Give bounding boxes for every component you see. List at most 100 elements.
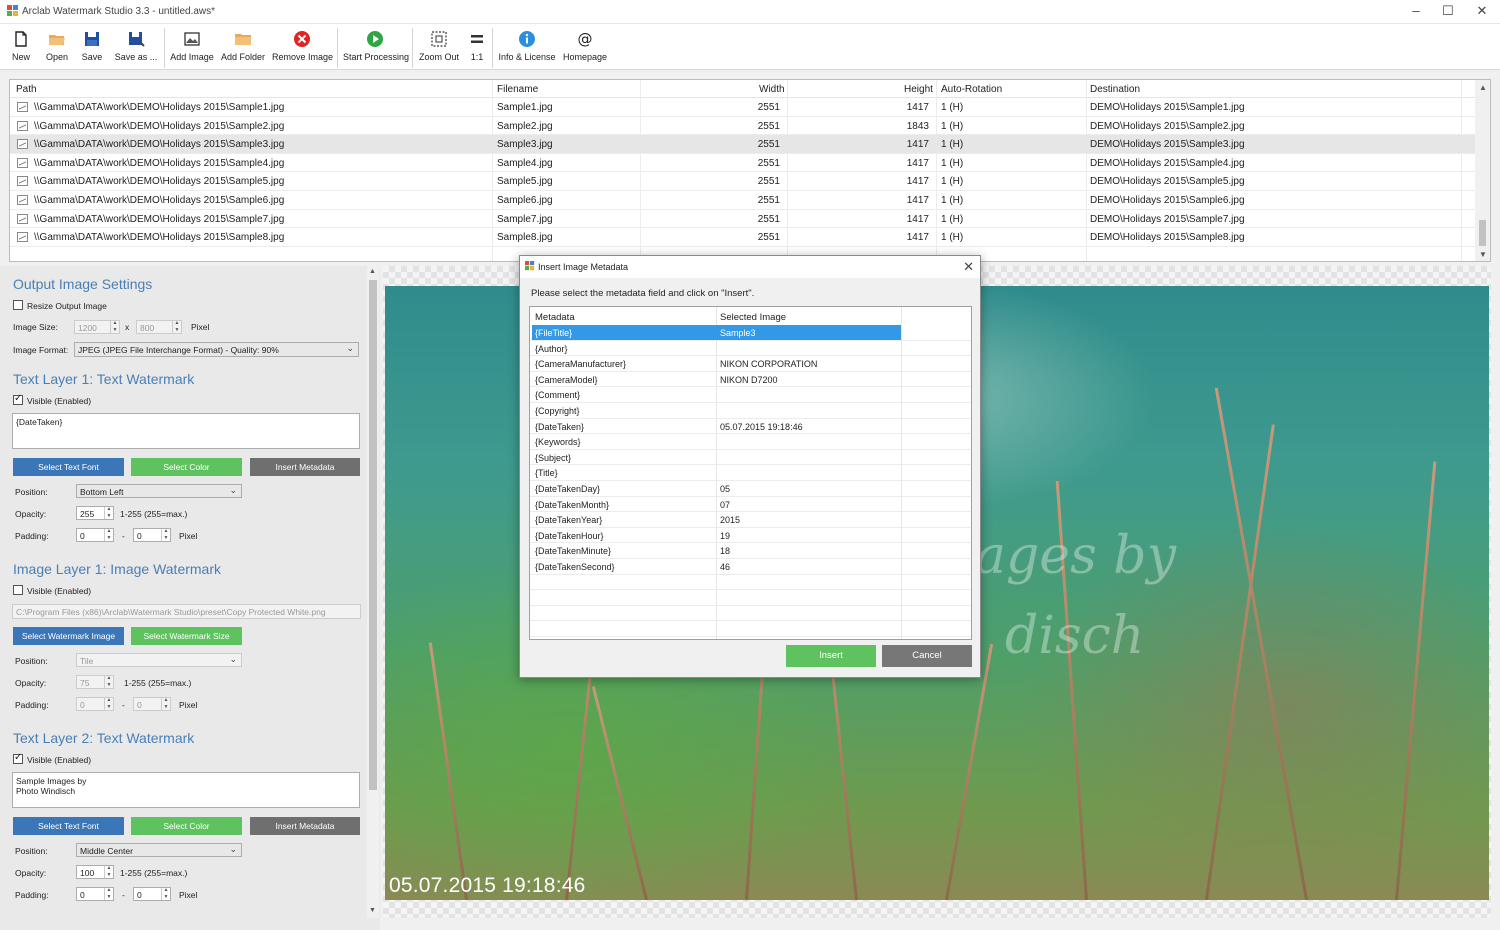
image-layer-1-padding-x-input[interactable]: 0 ▲ ▼ bbox=[76, 697, 114, 711]
metadata-row[interactable]: {CameraManufacturer} NIKON CORPORATION bbox=[530, 356, 971, 372]
metadata-row[interactable]: {DateTakenMinute} 18 bbox=[530, 543, 971, 559]
text-layer-2-opacity-input[interactable]: 100 ▲ ▼ bbox=[76, 865, 114, 879]
column-path[interactable]: Path bbox=[16, 84, 37, 95]
metadata-table[interactable]: Metadata Selected Image {FileTitle} Sampl… bbox=[529, 306, 972, 640]
image-format-select[interactable]: JPEG (JPEG File Interchange Format) - Qu… bbox=[74, 342, 359, 357]
zoom-out-button[interactable]: Zoom Out bbox=[418, 30, 460, 68]
dialog-close-icon[interactable]: ✕ bbox=[963, 259, 974, 275]
column-metadata[interactable]: Metadata bbox=[535, 312, 575, 323]
select-watermark-image-button[interactable]: Select Watermark Image bbox=[13, 627, 124, 645]
select-watermark-size-button[interactable]: Select Watermark Size bbox=[131, 627, 242, 645]
image-layer-1-padding-y-input[interactable]: 0 ▲ ▼ bbox=[133, 697, 171, 711]
metadata-row[interactable]: {Title} bbox=[530, 465, 971, 481]
image-height-input[interactable]: 800 ▲ ▼ bbox=[136, 320, 182, 334]
file-row[interactable]: \\Gamma\DATA\work\DEMO\Holidays 2015\Sam… bbox=[10, 228, 1475, 247]
metadata-row[interactable]: {Subject} bbox=[530, 450, 971, 466]
image-layer-1-visible-checkbox[interactable] bbox=[13, 585, 23, 595]
height-spinner[interactable]: ▲ ▼ bbox=[172, 321, 181, 333]
scrollbar-thumb[interactable] bbox=[369, 280, 377, 790]
metadata-row[interactable]: {DateTakenSecond} 46 bbox=[530, 559, 971, 575]
cancel-button[interactable]: Cancel bbox=[882, 645, 972, 667]
metadata-row[interactable]: {DateTakenHour} 19 bbox=[530, 528, 971, 544]
file-row[interactable]: \\Gamma\DATA\work\DEMO\Holidays 2015\Sam… bbox=[10, 135, 1475, 154]
remove-image-button[interactable]: Remove Image bbox=[272, 30, 333, 68]
file-row[interactable]: \\Gamma\DATA\work\DEMO\Holidays 2015\Sam… bbox=[10, 98, 1475, 117]
image-width-input[interactable]: 1200 ▲ ▼ bbox=[74, 320, 120, 334]
padding-spinner[interactable]: ▲ ▼ bbox=[104, 888, 113, 900]
file-row[interactable]: \\Gamma\DATA\work\DEMO\Holidays 2015\Sam… bbox=[10, 117, 1475, 136]
column-width[interactable]: Width bbox=[759, 84, 785, 95]
text-layer-2-insert-metadata-button[interactable]: Insert Metadata bbox=[250, 817, 360, 835]
start-processing-button[interactable]: Start Processing bbox=[343, 30, 409, 68]
text-layer-1-padding-y-input[interactable]: 0 ▲ ▼ bbox=[133, 528, 171, 542]
text-layer-1-opacity-input[interactable]: 255 ▲ ▼ bbox=[76, 506, 114, 520]
text-layer-2-padding-x-input[interactable]: 0 ▲ ▼ bbox=[76, 887, 114, 901]
text-layer-1-select-color-button[interactable]: Select Color bbox=[131, 458, 242, 476]
scroll-up-arrow[interactable]: ▲ bbox=[369, 268, 376, 275]
scroll-down-arrow[interactable]: ▼ bbox=[369, 907, 376, 914]
padding-spinner[interactable]: ▲ ▼ bbox=[161, 529, 170, 541]
metadata-row[interactable]: {DateTaken} 05.07.2015 19:18:46 bbox=[530, 419, 971, 435]
file-row[interactable]: \\Gamma\DATA\work\DEMO\Holidays 2015\Sam… bbox=[10, 154, 1475, 173]
text-layer-2-select-font-button[interactable]: Select Text Font bbox=[13, 817, 124, 835]
column-auto-rotation[interactable]: Auto-Rotation bbox=[941, 84, 1002, 95]
file-row[interactable]: \\Gamma\DATA\work\DEMO\Holidays 2015\Sam… bbox=[10, 172, 1475, 191]
info-license-button[interactable]: Info & License bbox=[498, 30, 556, 68]
width-spinner[interactable]: ▲ ▼ bbox=[110, 321, 119, 333]
open-button[interactable]: Open bbox=[42, 30, 72, 68]
text-layer-1-padding-x-input[interactable]: 0 ▲ ▼ bbox=[76, 528, 114, 542]
metadata-row[interactable]: {DateTakenDay} 05 bbox=[530, 481, 971, 497]
padding-spinner[interactable]: ▲ ▼ bbox=[161, 698, 170, 710]
image-layer-1-position-select[interactable]: Tile ⌄ bbox=[76, 653, 242, 667]
opacity-spinner[interactable]: ▲ ▼ bbox=[104, 676, 113, 688]
save-as-button[interactable]: Save as ... bbox=[114, 30, 158, 68]
metadata-row[interactable]: {Keywords} bbox=[530, 434, 971, 450]
file-list-scrollbar[interactable]: ▲ ▼ bbox=[1475, 80, 1490, 261]
actual-size-button[interactable]: 1:1 bbox=[466, 30, 488, 68]
minimize-button[interactable]: – bbox=[1400, 3, 1432, 19]
scroll-down-arrow[interactable]: ▼ bbox=[1479, 250, 1487, 259]
text-layer-2-padding-y-input[interactable]: 0 ▲ ▼ bbox=[133, 887, 171, 901]
opacity-spinner[interactable]: ▲ ▼ bbox=[104, 866, 113, 878]
text-layer-1-textarea[interactable]: {DateTaken} bbox=[12, 413, 360, 449]
metadata-row[interactable]: {DateTakenMonth} 07 bbox=[530, 497, 971, 513]
image-layer-1-opacity-input[interactable]: 75 ▲ ▼ bbox=[76, 675, 114, 689]
padding-spinner[interactable]: ▲ ▼ bbox=[104, 529, 113, 541]
resize-output-checkbox[interactable] bbox=[13, 300, 23, 310]
metadata-row[interactable]: {FileTitle} Sample3 bbox=[530, 325, 971, 341]
settings-scrollbar[interactable]: ▲ ▼ bbox=[367, 266, 379, 918]
insert-button[interactable]: Insert bbox=[786, 645, 876, 667]
text-layer-2-visible-checkbox[interactable] bbox=[13, 752, 23, 764]
text-layer-2-position-select[interactable]: Middle Center ⌄ bbox=[76, 843, 242, 857]
add-image-button[interactable]: Add Image bbox=[170, 30, 214, 68]
metadata-row[interactable]: {CameraModel} NIKON D7200 bbox=[530, 372, 971, 388]
image-layer-1-path-input[interactable]: C:\Program Files (x86)\Arclab\Watermark … bbox=[12, 604, 361, 619]
padding-spinner[interactable]: ▲ ▼ bbox=[161, 888, 170, 900]
column-destination[interactable]: Destination bbox=[1090, 84, 1140, 95]
text-layer-2-select-color-button[interactable]: Select Color bbox=[131, 817, 242, 835]
add-folder-button[interactable]: Add Folder bbox=[220, 30, 266, 68]
padding-spinner[interactable]: ▲ ▼ bbox=[104, 698, 113, 710]
new-button[interactable]: New bbox=[8, 30, 34, 68]
text-layer-1-visible-checkbox[interactable] bbox=[13, 393, 23, 405]
file-list[interactable]: Path Filename Width Height Auto-Rotation… bbox=[9, 79, 1491, 262]
text-layer-1-select-font-button[interactable]: Select Text Font bbox=[13, 458, 124, 476]
scroll-up-arrow[interactable]: ▲ bbox=[1479, 83, 1487, 92]
metadata-row[interactable]: {DateTakenYear} 2015 bbox=[530, 512, 971, 528]
maximize-button[interactable]: ☐ bbox=[1432, 3, 1464, 19]
column-filename[interactable]: Filename bbox=[497, 84, 538, 95]
scrollbar-thumb[interactable] bbox=[1479, 220, 1486, 246]
text-layer-1-insert-metadata-button[interactable]: Insert Metadata bbox=[250, 458, 360, 476]
metadata-row[interactable]: {Author} bbox=[530, 341, 971, 357]
homepage-button[interactable]: @ Homepage bbox=[562, 30, 608, 68]
opacity-spinner[interactable]: ▲ ▼ bbox=[104, 507, 113, 519]
close-button[interactable]: ✕ bbox=[1466, 3, 1498, 19]
file-row[interactable]: \\Gamma\DATA\work\DEMO\Holidays 2015\Sam… bbox=[10, 191, 1475, 210]
text-layer-1-position-select[interactable]: Bottom Left ⌄ bbox=[76, 484, 242, 498]
column-selected-image[interactable]: Selected Image bbox=[720, 312, 786, 323]
file-row[interactable]: \\Gamma\DATA\work\DEMO\Holidays 2015\Sam… bbox=[10, 210, 1475, 229]
metadata-row[interactable]: {Comment} bbox=[530, 387, 971, 403]
text-layer-2-textarea[interactable]: Sample Images by Photo Windisch bbox=[12, 772, 360, 808]
column-height[interactable]: Height bbox=[904, 84, 933, 95]
save-button[interactable]: Save bbox=[78, 30, 106, 68]
